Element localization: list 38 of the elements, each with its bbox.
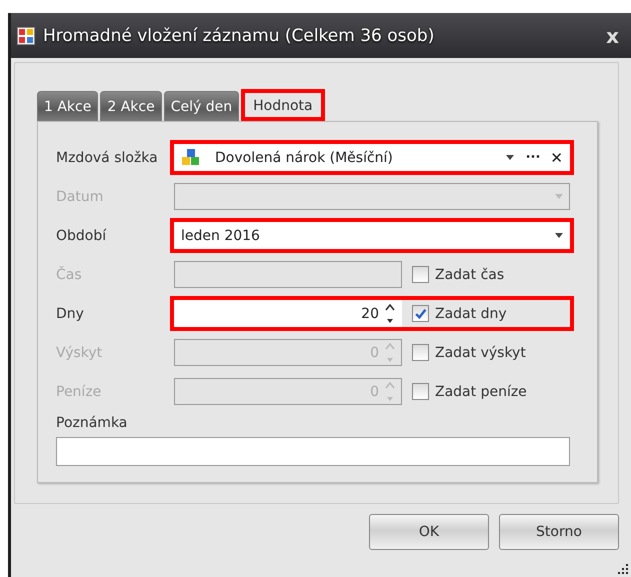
number-field[interactable]: 20 [174, 300, 402, 327]
checkbox-label: Zadat dny [435, 306, 507, 322]
field-label: Poznámka [56, 415, 128, 431]
field-value: Dovolená nárok (Měsíční) [215, 150, 393, 166]
checkbox-label: Zadat čas [435, 266, 504, 282]
field-label: Datum [56, 188, 104, 204]
field-label: Peníze [56, 384, 102, 400]
tab[interactable]: Hodnota [241, 89, 325, 121]
dropdown-caret-icon[interactable] [506, 155, 514, 160]
checkbox-label: Zadat peníze [435, 384, 527, 400]
close-button[interactable]: x [602, 24, 623, 48]
window-title: Hromadné vložení záznamu (Celkem 36 osob) [43, 26, 436, 46]
checkbox[interactable] [412, 305, 429, 322]
note-field[interactable] [56, 437, 570, 466]
tab[interactable]: 1 Akce [37, 91, 98, 121]
cubes-icon [181, 148, 201, 168]
field-label: Období [56, 228, 108, 244]
resize-grip-icon[interactable] [617, 563, 629, 575]
field-value: leden 2016 [181, 228, 260, 244]
browse-button[interactable]: ··· [526, 150, 540, 165]
dialog-button[interactable]: OK [369, 514, 489, 550]
spinner-arrows-icon[interactable] [385, 302, 395, 324]
checkbox-label: Zadat výskyt [435, 344, 526, 360]
field-label: Čas [56, 266, 83, 282]
field-value: 0 [370, 384, 379, 400]
clear-button[interactable]: ✕ [550, 148, 563, 166]
dropdown-caret-icon[interactable] [555, 233, 563, 238]
field-label: Dny [56, 306, 85, 322]
tab[interactable]: Celý den [164, 91, 240, 121]
field-label: Mzdová složka [56, 150, 159, 166]
field-label: Výskyt [56, 344, 104, 360]
app-icon [17, 26, 35, 44]
field-value: 0 [370, 344, 379, 360]
tab[interactable]: 2 Akce [100, 91, 162, 121]
dropdown-field[interactable]: leden 2016 [174, 222, 570, 249]
dialog-button[interactable]: Storno [499, 514, 619, 550]
lookup-field[interactable]: Dovolená nárok (Měsíční) ··· ✕ [174, 144, 570, 171]
field-value: 20 [361, 306, 379, 322]
